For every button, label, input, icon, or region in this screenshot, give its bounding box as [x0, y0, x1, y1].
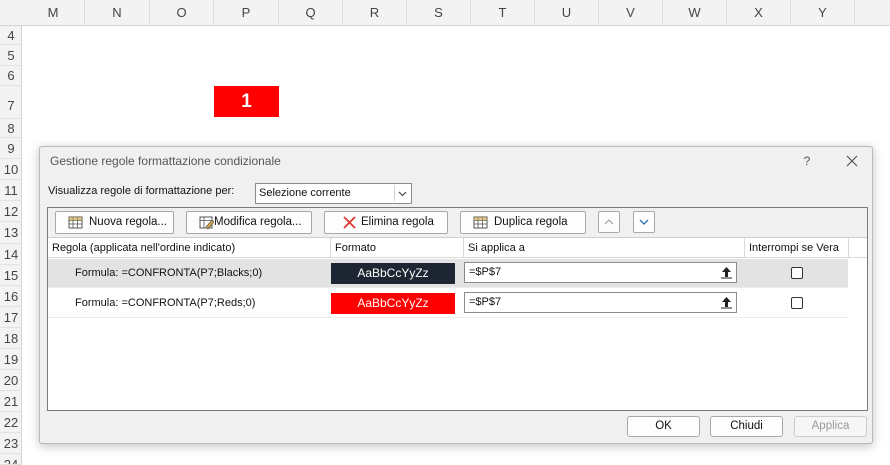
help-button[interactable]: ?: [800, 152, 814, 170]
ok-button[interactable]: OK: [627, 416, 700, 437]
delete-icon: [342, 215, 357, 230]
rules-table-header: Regola (applicata nell'ordine indicato) …: [48, 238, 867, 258]
column-applies-to: Si applica a: [464, 238, 745, 258]
duplicate-rule-label: Duplica regola: [494, 216, 568, 228]
rule-name: Formula: =CONFRONTA(P7;Blacks;0): [75, 267, 263, 279]
rule-format-preview: AaBbCcYyZz: [331, 293, 455, 314]
row-header-bar: 4 5 6 7 8 9 10 11 12 13 14 15 16 17 18 1…: [0, 26, 22, 465]
rule-format-preview: AaBbCcYyZz: [331, 263, 455, 284]
row-header[interactable]: 4: [0, 26, 22, 45]
row-header[interactable]: 10: [0, 159, 22, 180]
applies-to-value: =$P$7: [469, 296, 502, 308]
edit-rule-label: Modifica regola...: [214, 216, 302, 228]
edit-rule-button[interactable]: Modifica regola...: [186, 211, 312, 234]
row-header[interactable]: 5: [0, 45, 22, 66]
conditional-formatting-rules-manager-dialog: Gestione regole formattazione condiziona…: [39, 146, 873, 444]
column-header-bar: M N O P Q R S T U V W X Y: [0, 0, 890, 26]
applies-to-field[interactable]: =$P$7: [464, 262, 737, 283]
column-format: Formato: [331, 238, 464, 258]
row-header[interactable]: 21: [0, 391, 22, 412]
dialog-title: Gestione regole formattazione condiziona…: [50, 154, 281, 168]
show-rules-dropdown[interactable]: Selezione corrente: [255, 183, 412, 204]
rules-toolbar: Nuova regola... Modifica regola... Elimi…: [48, 208, 867, 238]
row-header[interactable]: 23: [0, 433, 22, 454]
row-header[interactable]: 15: [0, 265, 22, 286]
row-header[interactable]: 8: [0, 119, 22, 138]
column-header[interactable]: X: [727, 0, 791, 26]
row-header[interactable]: 12: [0, 201, 22, 222]
row-header[interactable]: 11: [0, 180, 22, 201]
column-header[interactable]: Y: [791, 0, 855, 26]
duplicate-table-icon: [473, 215, 488, 230]
column-header[interactable]: N: [85, 0, 150, 26]
move-up-button[interactable]: [598, 211, 620, 233]
column-header[interactable]: T: [471, 0, 535, 26]
rule-row[interactable]: Formula: =CONFRONTA(P7;Reds;0) AaBbCcYyZ…: [48, 289, 848, 318]
move-down-button[interactable]: [633, 211, 655, 233]
delete-rule-label: Elimina regola: [361, 216, 434, 228]
close-button[interactable]: Chiudi: [710, 416, 783, 437]
column-header[interactable]: O: [150, 0, 214, 26]
new-rule-label: Nuova regola...: [89, 216, 167, 228]
column-stop-if-true: Interrompi se Vera: [745, 238, 849, 258]
applies-to-field[interactable]: =$P$7: [464, 292, 737, 313]
chevron-down-icon: [394, 186, 409, 201]
column-header[interactable]: S: [407, 0, 471, 26]
column-header[interactable]: V: [599, 0, 663, 26]
rules-panel: Nuova regola... Modifica regola... Elimi…: [47, 207, 868, 411]
rule-name: Formula: =CONFRONTA(P7;Reds;0): [75, 297, 256, 309]
apply-button[interactable]: Applica: [794, 416, 867, 437]
stop-if-true-checkbox[interactable]: [791, 267, 803, 279]
column-header[interactable]: R: [343, 0, 407, 26]
table-icon: [68, 215, 83, 230]
column-header[interactable]: U: [535, 0, 599, 26]
column-header[interactable]: M: [22, 0, 85, 26]
new-rule-button[interactable]: Nuova regola...: [55, 211, 174, 234]
row-header[interactable]: 13: [0, 222, 22, 244]
row-header[interactable]: 20: [0, 370, 22, 391]
column-header[interactable]: P: [214, 0, 279, 26]
row-header[interactable]: 22: [0, 412, 22, 433]
duplicate-rule-button[interactable]: Duplica regola: [460, 211, 586, 234]
row-header[interactable]: 24: [0, 454, 22, 465]
show-rules-value: Selezione corrente: [259, 187, 351, 199]
row-header[interactable]: 16: [0, 286, 22, 307]
row-header[interactable]: 19: [0, 349, 22, 370]
close-icon[interactable]: [843, 152, 861, 170]
column-header[interactable]: Q: [279, 0, 343, 26]
row-header[interactable]: 7: [0, 86, 22, 119]
row-header[interactable]: 14: [0, 244, 22, 265]
column-header-partial[interactable]: [855, 0, 890, 26]
formatted-cell-p7[interactable]: 1: [214, 86, 279, 117]
row-header[interactable]: 6: [0, 66, 22, 86]
edit-table-icon: [199, 215, 215, 230]
chevron-up-icon: [604, 219, 614, 225]
collapse-dialog-icon[interactable]: [718, 264, 735, 281]
column-rule: Regola (applicata nell'ordine indicato): [48, 238, 331, 258]
applies-to-value: =$P$7: [469, 266, 502, 278]
chevron-down-icon: [639, 219, 649, 225]
stop-if-true-checkbox[interactable]: [791, 297, 803, 309]
row-header[interactable]: 17: [0, 307, 22, 328]
collapse-dialog-icon[interactable]: [718, 294, 735, 311]
row-header[interactable]: 9: [0, 138, 22, 159]
column-header[interactable]: W: [663, 0, 727, 26]
show-rules-label: Visualizza regole di formattazione per:: [48, 185, 235, 197]
delete-rule-button[interactable]: Elimina regola: [324, 211, 448, 234]
rule-row[interactable]: Formula: =CONFRONTA(P7;Blacks;0) AaBbCcY…: [48, 259, 848, 288]
row-header[interactable]: 18: [0, 328, 22, 349]
